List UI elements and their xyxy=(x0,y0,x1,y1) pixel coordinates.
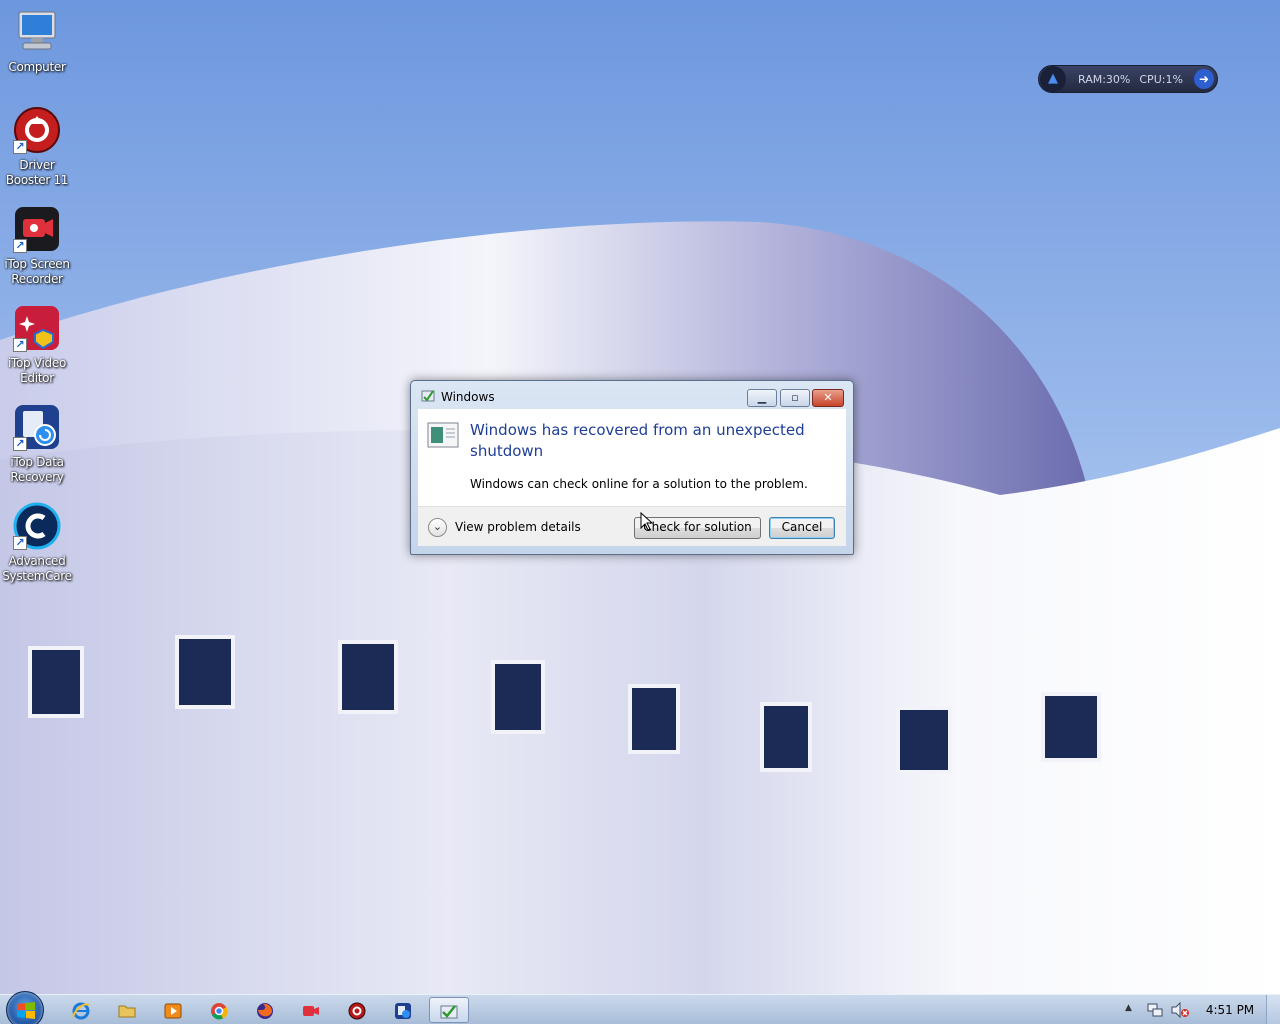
taskbar-screen-recorder[interactable] xyxy=(291,997,331,1023)
desktop-icon-label: Driver Booster 11 xyxy=(5,158,69,187)
driver-booster-icon xyxy=(348,1002,366,1020)
desktop-icon-label: iTop Video Editor xyxy=(7,356,67,385)
taskbar-clock[interactable]: 4:51 PM xyxy=(1200,1003,1260,1017)
driver-booster-icon: ↗ xyxy=(13,106,61,154)
window-report-icon xyxy=(427,422,459,448)
problem-reports-icon xyxy=(421,390,435,402)
internet-explorer-icon xyxy=(72,1002,90,1020)
view-problem-details-link[interactable]: View problem details xyxy=(455,520,581,534)
recovery-dialog: Windows ▁ ▫ ✕ Windows has recovered from… xyxy=(410,380,854,555)
dialog-titlebar[interactable]: Windows ▁ ▫ ✕ xyxy=(411,381,853,409)
desktop-icon-label: Advanced SystemCare xyxy=(2,554,72,583)
desktop-icon-label: iTop Screen Recorder xyxy=(4,257,70,286)
dialog-message: Windows can check online for a solution … xyxy=(470,477,808,491)
maximize-button[interactable]: ▫ xyxy=(780,389,810,407)
itop-screen-recorder-icon: ↗ xyxy=(13,205,61,253)
shortcut-arrow-icon: ↗ xyxy=(13,239,27,253)
media-player-icon xyxy=(164,1003,182,1019)
screen-recorder-icon xyxy=(303,1006,319,1016)
ram-cpu-widget[interactable]: ▲ RAM:30% CPU:1% ➜ xyxy=(1038,65,1218,93)
taskbar-firefox[interactable] xyxy=(245,997,285,1023)
desktop-icon-computer[interactable]: Computer xyxy=(2,8,72,75)
dialog-title: Windows xyxy=(441,390,495,404)
computer-icon xyxy=(13,8,61,56)
taskbar-chrome[interactable] xyxy=(199,997,239,1023)
taskbar-file-explorer[interactable] xyxy=(107,997,147,1023)
itop-data-recovery-icon: ↗ xyxy=(13,403,61,451)
taskbar-data-recovery[interactable] xyxy=(383,997,423,1023)
desktop-icon-label: iTop Data Recovery xyxy=(10,455,64,484)
network-icon[interactable] xyxy=(1147,1002,1163,1018)
cancel-button[interactable]: Cancel xyxy=(769,517,835,539)
dialog-content: Windows has recovered from an unexpected… xyxy=(418,409,846,506)
chevron-down-icon[interactable]: ⌄ xyxy=(428,518,447,537)
taskbar: ▲ 4:51 PM xyxy=(0,991,1280,1024)
chrome-icon xyxy=(211,1003,228,1020)
data-recovery-icon xyxy=(395,1003,411,1019)
desktop-icon-itop-screen-recorder[interactable]: ↗ iTop Screen Recorder xyxy=(2,205,72,287)
desktop-icon-itop-data-recovery[interactable]: ↗ iTop Data Recovery xyxy=(2,403,72,485)
taskbar-problem-reports[interactable] xyxy=(429,997,469,1023)
rocket-icon[interactable]: ▲ xyxy=(1040,66,1066,92)
close-button[interactable]: ✕ xyxy=(812,389,844,407)
arrow-right-icon[interactable]: ➜ xyxy=(1194,69,1214,89)
minimize-button[interactable]: ▁ xyxy=(747,389,777,407)
file-explorer-icon xyxy=(118,1005,136,1018)
ram-usage: RAM:30% xyxy=(1078,72,1131,86)
taskbar-driver-booster[interactable] xyxy=(337,997,377,1023)
taskbar-internet-explorer[interactable] xyxy=(61,997,101,1023)
desktop-icon-advanced-systemcare[interactable]: ↗ Advanced SystemCare xyxy=(2,502,72,584)
show-hidden-icons-button[interactable]: ▲ xyxy=(1125,1003,1132,1013)
shortcut-arrow-icon: ↗ xyxy=(13,338,27,352)
firefox-icon xyxy=(257,1003,273,1019)
cpu-usage: CPU:1% xyxy=(1139,72,1183,86)
problem-reports-icon xyxy=(440,1005,458,1019)
volume-muted-icon[interactable] xyxy=(1171,1002,1189,1018)
desktop-icon-label: Computer xyxy=(8,60,66,74)
start-button[interactable] xyxy=(6,991,44,1024)
main-instruction: Windows has recovered from an unexpected… xyxy=(470,421,805,460)
show-desktop-button[interactable] xyxy=(1266,995,1280,1024)
dialog-footer: ⌄ View problem details Check for solutio… xyxy=(418,506,846,546)
advanced-systemcare-icon: ↗ xyxy=(13,502,61,550)
mouse-cursor-icon xyxy=(640,512,654,531)
shortcut-arrow-icon: ↗ xyxy=(13,437,27,451)
itop-video-editor-icon: ↗ xyxy=(13,304,61,352)
desktop-icon-driver-booster[interactable]: ↗ Driver Booster 11 xyxy=(2,106,72,188)
desktop-icon-itop-video-editor[interactable]: ↗ iTop Video Editor xyxy=(2,304,72,386)
taskbar-media-player[interactable] xyxy=(153,997,193,1023)
shortcut-arrow-icon: ↗ xyxy=(13,536,27,550)
shortcut-arrow-icon: ↗ xyxy=(13,140,27,154)
windows-logo-icon xyxy=(17,1002,35,1019)
